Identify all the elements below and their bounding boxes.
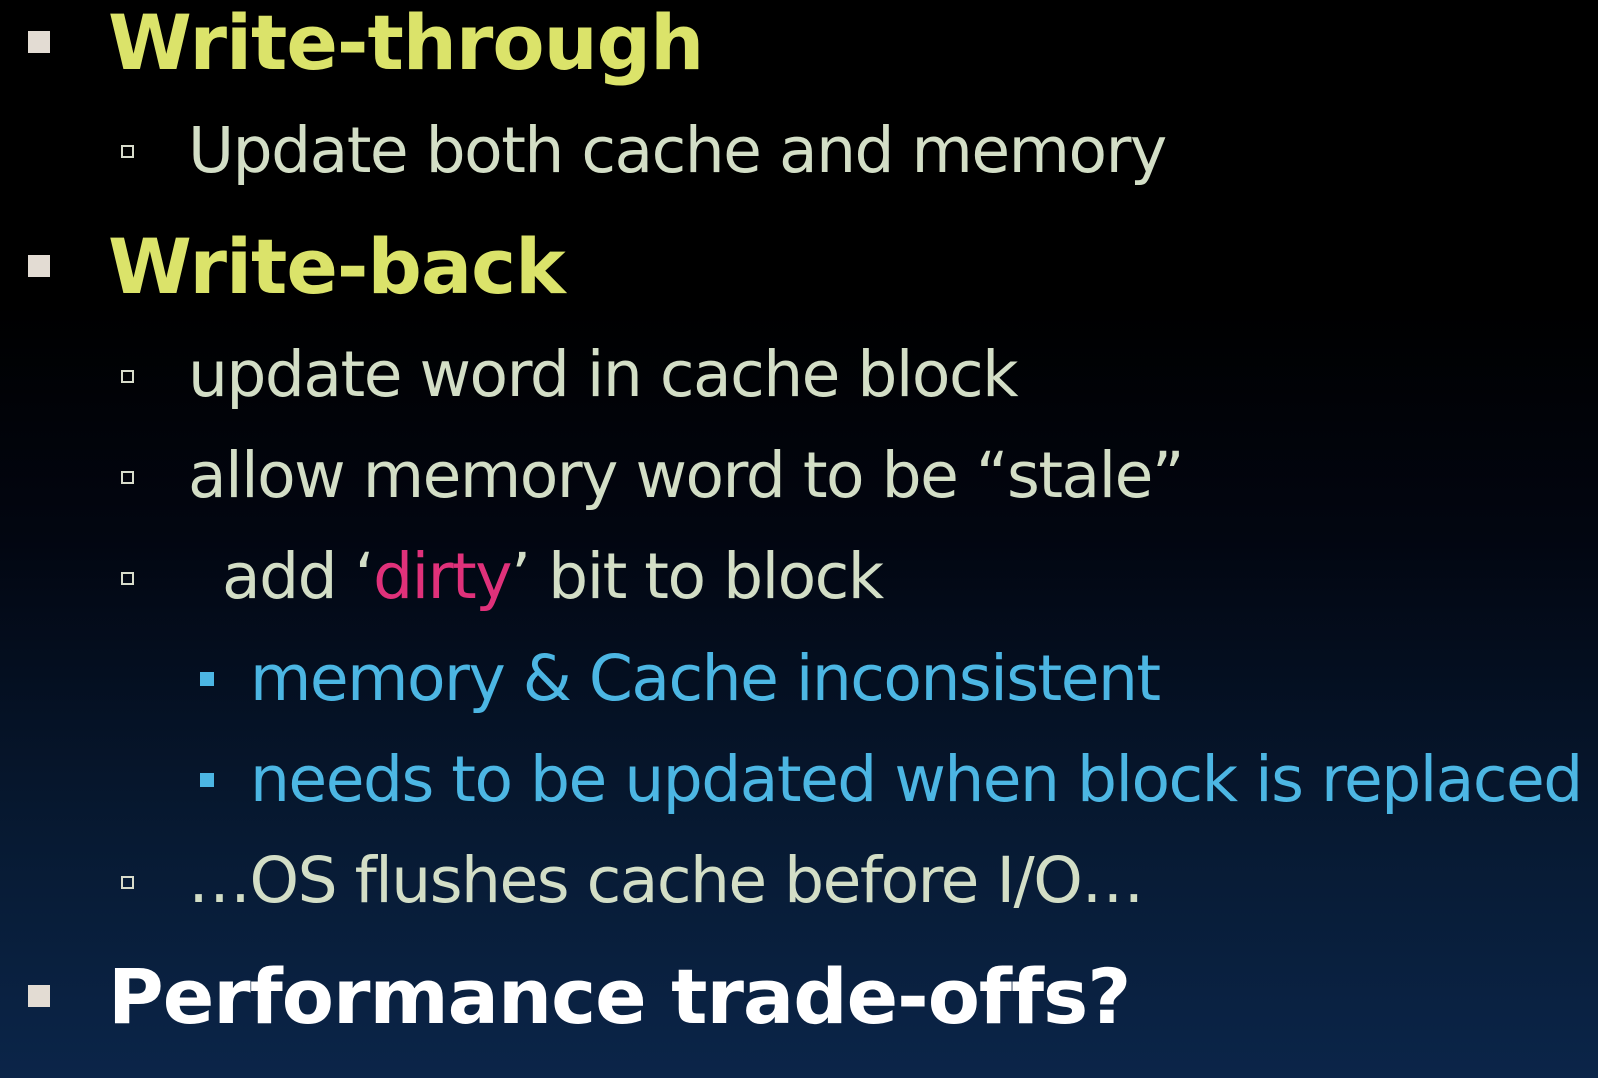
bullet-hollow-square-icon [121, 471, 134, 484]
item-allow-stale: allow memory word to be “stale” [188, 439, 1185, 512]
item-os-flushes: …OS flushes cache before I/O… [188, 844, 1144, 917]
heading-performance: Performance trade-offs? [108, 952, 1131, 1041]
item-inconsistent: memory & Cache inconsistent [250, 642, 1161, 715]
bullet-square-icon [28, 255, 50, 277]
bullet-hollow-square-icon [121, 370, 134, 383]
bullet-hollow-square-icon [121, 876, 134, 889]
item-update-both: Update both cache and memory [188, 114, 1167, 187]
bullet-hollow-square-icon [121, 145, 134, 158]
bullet-small-square-icon [200, 672, 214, 686]
bullet-square-icon [28, 31, 50, 53]
bullet-small-square-icon [200, 773, 214, 787]
bullet-square-icon [28, 985, 50, 1007]
item-update-word: update word in cache block [188, 338, 1019, 411]
item-add-dirty-bit: add ‘dirty’ bit to block [222, 545, 884, 608]
bullet-hollow-square-icon [121, 572, 134, 585]
dirty-suffix: ’ bit to block [511, 540, 884, 613]
dirty-highlight: dirty [373, 540, 512, 613]
dirty-prefix: add ‘ [222, 540, 375, 613]
slide: Write-through Update both cache and memo… [0, 0, 1598, 1078]
heading-write-through: Write-through [108, 0, 704, 87]
item-needs-update: needs to be updated when block is replac… [250, 743, 1583, 816]
heading-write-back: Write-back [108, 222, 566, 311]
